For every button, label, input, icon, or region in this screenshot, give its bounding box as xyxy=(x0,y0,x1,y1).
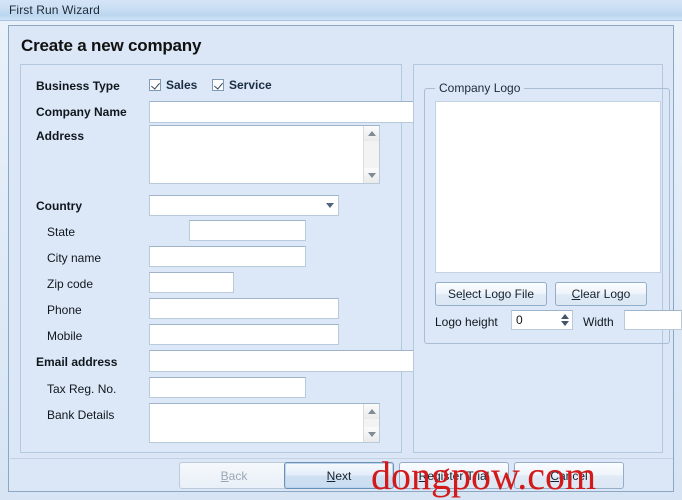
input-city-name-field[interactable] xyxy=(150,247,305,266)
company-details-panel: Business Type Sales Service Company Name… xyxy=(20,64,414,453)
scroll-up-icon[interactable] xyxy=(364,126,379,141)
clear-logo-button[interactable]: Clear Logo xyxy=(555,282,647,306)
input-city-name[interactable] xyxy=(149,246,306,267)
checkbox-sales-label: Sales xyxy=(166,78,198,92)
label-email-address: Email address xyxy=(36,355,118,369)
register-trial-button[interactable]: Register Trial xyxy=(399,462,509,489)
back-button[interactable]: Back xyxy=(179,462,289,489)
spinner-buttons[interactable] xyxy=(558,311,572,329)
footer-divider xyxy=(10,458,673,459)
wizard-body: Create a new company Business Type Sales… xyxy=(8,25,682,492)
input-logo-height[interactable]: 0 xyxy=(511,310,573,330)
label-country: Country xyxy=(36,199,82,213)
input-tax-reg-no-field[interactable] xyxy=(150,378,305,397)
label-logo-height: Logo height xyxy=(435,315,498,329)
clear-logo-label: Clear Logo xyxy=(571,287,631,301)
logo-height-value: 0 xyxy=(516,313,523,327)
select-logo-file-label: Select Logo File xyxy=(447,287,535,301)
company-logo-group-title: Company Logo xyxy=(435,81,525,95)
input-phone-field[interactable] xyxy=(150,299,338,318)
label-bank-details: Bank Details xyxy=(47,408,115,422)
chevron-down-icon[interactable] xyxy=(321,196,338,215)
cancel-button-label: Cancel xyxy=(550,468,588,483)
label-company-name: Company Name xyxy=(36,105,127,119)
input-phone[interactable] xyxy=(149,298,339,319)
bank-details-scrollbar[interactable] xyxy=(363,404,379,442)
checkbox-sales-box[interactable] xyxy=(149,79,161,91)
input-email-address-field[interactable] xyxy=(150,351,413,371)
input-company-name[interactable] xyxy=(149,101,414,123)
checkbox-service-label: Service xyxy=(229,78,272,92)
checkbox-service[interactable]: Service xyxy=(212,78,272,92)
label-city-name: City name xyxy=(47,251,102,265)
next-button-label: Next xyxy=(326,468,352,483)
input-state-field[interactable] xyxy=(190,221,305,240)
window-title: First Run Wizard xyxy=(9,3,100,17)
input-mobile-field[interactable] xyxy=(150,325,338,344)
label-zip-code: Zip code xyxy=(47,277,94,291)
address-scrollbar[interactable] xyxy=(363,126,379,183)
spinner-up-icon[interactable] xyxy=(561,314,569,319)
checkbox-sales[interactable]: Sales xyxy=(149,78,197,92)
input-mobile[interactable] xyxy=(149,324,339,345)
select-logo-file-button[interactable]: Select Logo File xyxy=(435,282,547,306)
scroll-down-icon[interactable] xyxy=(364,427,379,442)
company-logo-panel: Company Logo Select Logo File Clear Logo… xyxy=(413,64,682,453)
next-button[interactable]: Next xyxy=(284,462,394,489)
input-bank-details[interactable] xyxy=(149,403,380,443)
input-state[interactable] xyxy=(189,220,306,241)
label-logo-width: Width xyxy=(583,315,614,329)
label-state: State xyxy=(47,225,76,239)
input-address-field[interactable] xyxy=(150,126,363,183)
spinner-down-icon[interactable] xyxy=(561,321,569,326)
label-mobile: Mobile xyxy=(47,329,83,343)
input-logo-width[interactable] xyxy=(624,310,682,330)
cancel-button[interactable]: Cancel xyxy=(514,462,624,489)
label-business-type: Business Type xyxy=(36,79,120,93)
wizard-window: First Run Wizard Create a new company Bu… xyxy=(0,0,682,500)
back-button-label: Back xyxy=(220,468,248,483)
scroll-up-icon[interactable] xyxy=(364,404,379,419)
input-zip-code-field[interactable] xyxy=(150,273,233,292)
input-zip-code[interactable] xyxy=(149,272,234,293)
label-tax-reg-no: Tax Reg. No. xyxy=(47,382,117,396)
select-country[interactable] xyxy=(149,195,339,216)
page-title: Create a new company xyxy=(21,36,202,55)
input-bank-details-field[interactable] xyxy=(150,404,363,442)
input-company-name-field[interactable] xyxy=(150,102,413,122)
input-tax-reg-no[interactable] xyxy=(149,377,306,398)
input-address[interactable] xyxy=(149,125,380,184)
title-bar: First Run Wizard xyxy=(0,0,682,21)
logo-preview-area[interactable] xyxy=(435,101,661,273)
scroll-down-icon[interactable] xyxy=(364,168,379,183)
input-logo-width-field[interactable] xyxy=(625,311,681,329)
company-logo-groupbox: Company Logo Select Logo File Clear Logo… xyxy=(424,81,682,344)
label-phone: Phone xyxy=(47,303,82,317)
label-address: Address xyxy=(36,129,85,143)
checkbox-service-box[interactable] xyxy=(212,79,224,91)
input-email-address[interactable] xyxy=(149,350,414,372)
register-trial-label: Register Trial xyxy=(418,468,490,483)
